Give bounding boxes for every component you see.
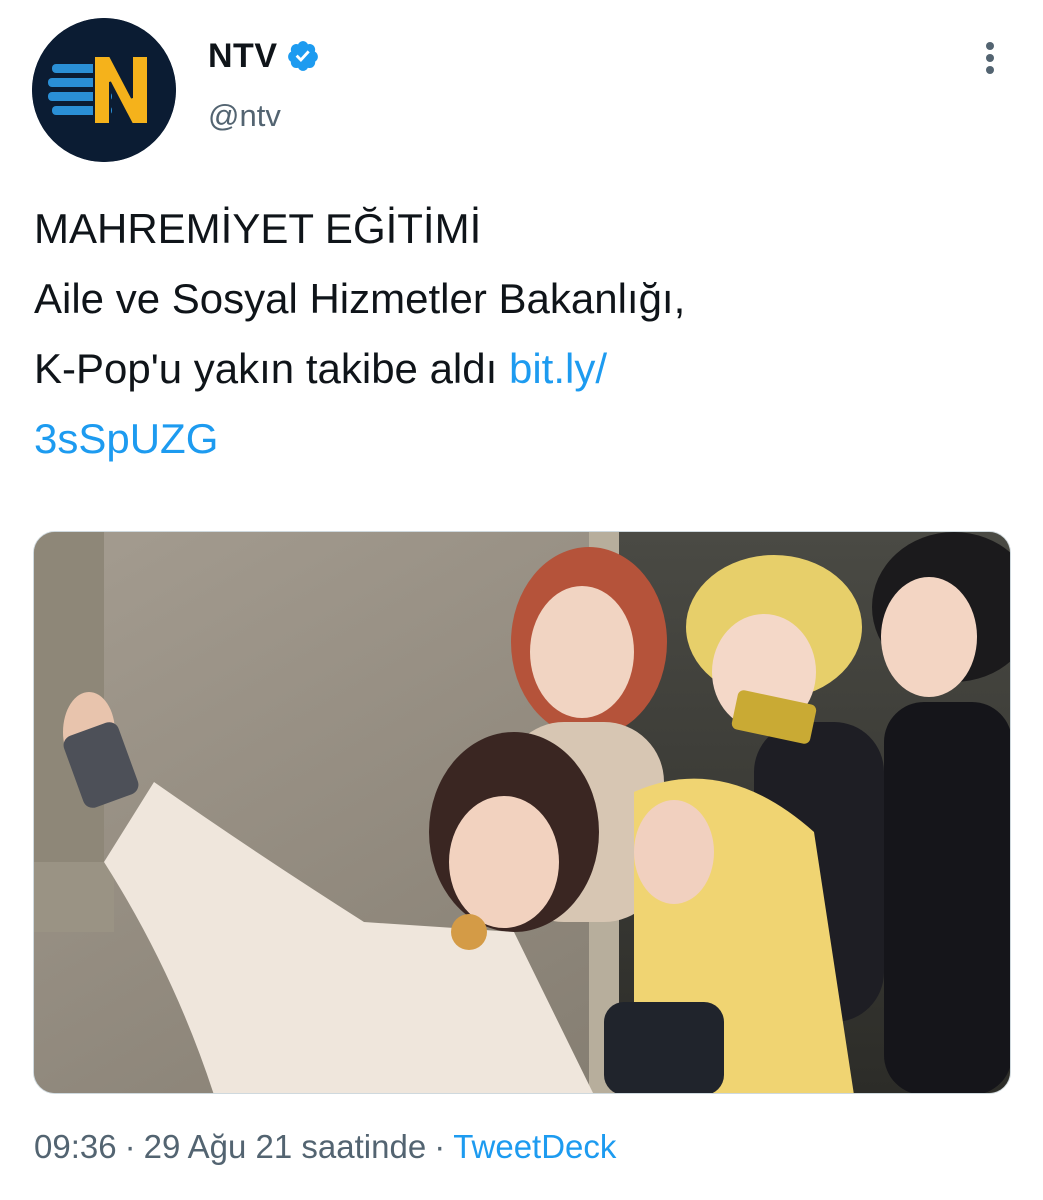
author-display-name[interactable]: NTV xyxy=(208,37,278,76)
tweet-date[interactable]: 29 Ağu 21 saatinde xyxy=(144,1128,427,1165)
more-options-button[interactable] xyxy=(968,36,1012,80)
tweet-text-line: K-Pop'u yakın takibe aldı bit.ly/ xyxy=(34,334,994,404)
tweet-text-line: 3sSpUZG xyxy=(34,404,994,474)
author-avatar[interactable] xyxy=(32,18,176,162)
tweet-source-link[interactable]: TweetDeck xyxy=(453,1128,616,1165)
author-name-row: NTV xyxy=(208,34,320,78)
ntv-logo-icon xyxy=(32,18,176,162)
tweet-container: NTV @ntv MAHREMİYET EĞİTİMİ Aile ve Sosya… xyxy=(0,0,1043,1200)
tweet-text-line: Aile ve Sosyal Hizmetler Bakanlığı, xyxy=(34,275,686,322)
more-vertical-icon xyxy=(986,42,994,74)
tweet-photo[interactable] xyxy=(33,531,1011,1094)
author-handle[interactable]: @ntv xyxy=(208,98,281,134)
tweet-time[interactable]: 09:36 xyxy=(34,1128,117,1165)
tweet-link-continued[interactable]: 3sSpUZG xyxy=(34,415,218,462)
tweet-link[interactable]: bit.ly/ xyxy=(509,345,607,392)
photo-illustration xyxy=(34,532,1010,1093)
tweet-text-line: MAHREMİYET EĞİTİMİ xyxy=(34,205,482,252)
meta-separator: · xyxy=(124,1128,136,1165)
tweet-text: MAHREMİYET EĞİTİMİ Aile ve Sosyal Hizmetl… xyxy=(34,194,994,474)
verified-badge-icon xyxy=(286,39,320,73)
tweet-text-line-content: K-Pop'u yakın takibe aldı xyxy=(34,345,509,392)
meta-separator: · xyxy=(434,1128,446,1165)
tweet-meta: 09:36 · 29 Ağu 21 saatinde · TweetDeck xyxy=(34,1128,616,1166)
